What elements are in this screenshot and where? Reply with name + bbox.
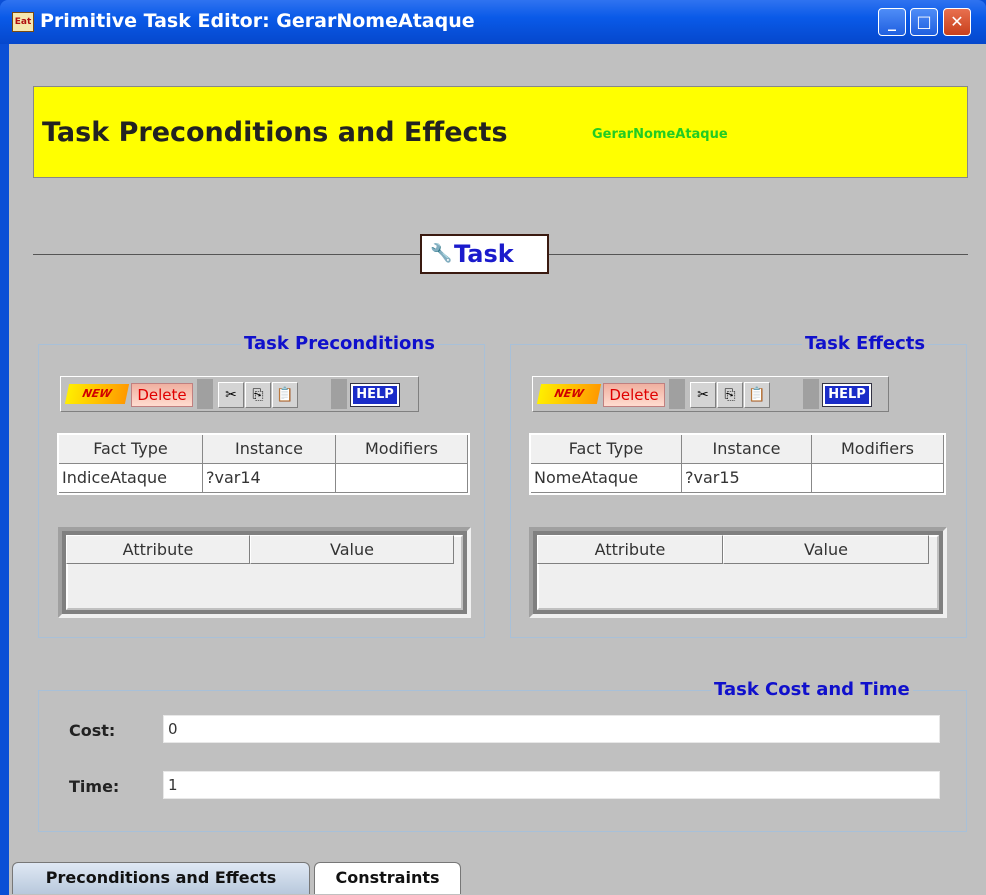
column-header[interactable]: Value [250, 535, 454, 564]
divider-left [33, 254, 420, 255]
column-header[interactable]: Modifiers [812, 435, 944, 464]
window: Eat Primitive Task Editor: GerarNomeAtaq… [0, 0, 986, 895]
column-header[interactable]: Modifiers [336, 435, 468, 464]
column-header[interactable]: Attribute [66, 535, 250, 564]
preconditions-toolbar: NEW Delete ✂ ⎘ 📋 HELP [60, 376, 419, 412]
toolbar-separator [669, 379, 685, 409]
column-header[interactable]: Value [723, 535, 929, 564]
page-title: Task Preconditions and Effects [42, 117, 508, 148]
divider-right [549, 254, 968, 255]
column-header[interactable]: Instance [203, 435, 336, 464]
header-banner: Task Preconditions and Effects GerarNome… [33, 86, 968, 178]
cut-icon[interactable]: ✂ [690, 382, 716, 408]
effects-attribute-table: Attribute Value [529, 527, 947, 618]
paste-icon[interactable]: 📋 [272, 382, 298, 408]
effects-table: Fact Type Instance Modifiers NomeAtaque … [529, 433, 946, 495]
tab-bar: Preconditions and Effects Constraints [9, 858, 986, 895]
maximize-button[interactable]: □ [910, 8, 938, 36]
time-label: Time: [69, 777, 120, 796]
paste-icon[interactable]: 📋 [744, 382, 770, 408]
effects-toolbar: NEW Delete ✂ ⎘ 📋 HELP [532, 376, 889, 412]
cell-instance[interactable]: ?var15 [682, 464, 812, 493]
close-button[interactable]: ✕ [943, 8, 971, 36]
effects-title: Task Effects [802, 333, 929, 354]
toolbar-separator [803, 379, 819, 409]
minimize-icon: _ [888, 12, 896, 31]
cut-icon[interactable]: ✂ [218, 382, 244, 408]
preconditions-table: Fact Type Instance Modifiers IndiceAtaqu… [57, 433, 470, 495]
cell-modifiers[interactable] [812, 464, 944, 493]
maximize-icon: □ [916, 12, 932, 31]
time-field[interactable]: 1 [163, 771, 940, 799]
section-title: Task [454, 240, 514, 268]
close-icon: ✕ [950, 12, 964, 31]
cell-fact-type[interactable]: IndiceAtaque [59, 464, 203, 493]
new-button[interactable]: NEW [64, 384, 130, 404]
preconditions-title: Task Preconditions [241, 333, 438, 354]
preconditions-attribute-table: Attribute Value [58, 527, 471, 618]
delete-button[interactable]: Delete [131, 383, 193, 407]
copy-icon[interactable]: ⎘ [717, 382, 743, 408]
title-bar[interactable]: Eat Primitive Task Editor: GerarNomeAtaq… [0, 0, 986, 44]
cell-instance[interactable]: ?var14 [203, 464, 336, 493]
toolbar-separator [197, 379, 213, 409]
column-header[interactable]: Fact Type [531, 435, 682, 464]
column-header[interactable]: Attribute [537, 535, 723, 564]
editor-content: Task Preconditions and Effects GerarNome… [9, 44, 986, 895]
toolbar-separator [331, 379, 347, 409]
tab-constraints[interactable]: Constraints [314, 862, 461, 894]
cost-time-title: Task Cost and Time [711, 679, 913, 700]
wrench-icon: 🔧 [430, 243, 453, 264]
cell-fact-type[interactable]: NomeAtaque [531, 464, 682, 493]
cost-field[interactable]: 0 [163, 715, 940, 743]
section-label-task: 🔧 Task [420, 234, 549, 274]
minimize-button[interactable]: _ [878, 8, 906, 36]
copy-icon[interactable]: ⎘ [245, 382, 271, 408]
tab-preconditions-effects[interactable]: Preconditions and Effects [12, 862, 310, 894]
help-button[interactable]: HELP [822, 383, 872, 407]
new-button[interactable]: NEW [536, 384, 602, 404]
delete-button[interactable]: Delete [603, 383, 665, 407]
column-header[interactable]: Instance [682, 435, 812, 464]
help-button[interactable]: HELP [350, 383, 400, 407]
cost-time-panel [38, 690, 967, 832]
window-title: Primitive Task Editor: GerarNomeAtaque [40, 10, 475, 32]
task-name-label: GerarNomeAtaque [592, 127, 728, 142]
column-header[interactable]: Fact Type [59, 435, 203, 464]
cell-modifiers[interactable] [336, 464, 468, 493]
cost-label: Cost: [69, 721, 116, 740]
app-icon[interactable]: Eat [12, 12, 34, 32]
